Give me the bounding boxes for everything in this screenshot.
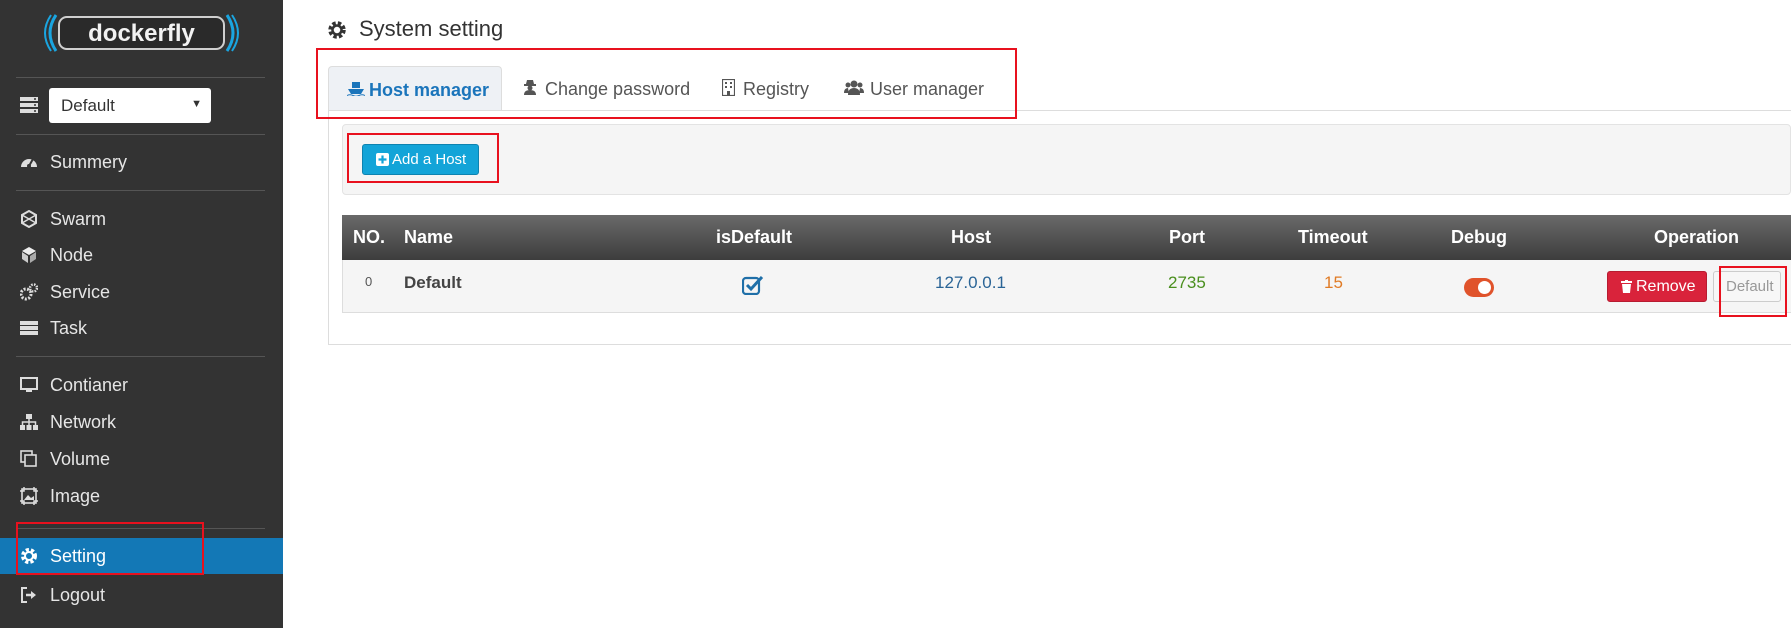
cell-timeout: 15 bbox=[1324, 273, 1343, 292]
highlight-box bbox=[347, 133, 499, 183]
remove-button[interactable]: Remove bbox=[1607, 271, 1707, 302]
column-header-timeout: Timeout bbox=[1298, 227, 1368, 247]
column-header-debug: Debug bbox=[1451, 227, 1507, 247]
chevron-down-icon: ▼ bbox=[191, 98, 202, 110]
sign-out-icon bbox=[20, 586, 38, 604]
sidebar-item-task[interactable]: Task bbox=[0, 310, 283, 346]
sidebar-item-label: Service bbox=[50, 282, 111, 302]
table-row bbox=[342, 260, 1791, 313]
image-frame-icon bbox=[20, 487, 38, 505]
column-header-operation: Operation bbox=[1654, 227, 1740, 247]
cogs-icon bbox=[20, 283, 38, 301]
remove-label: Remove bbox=[1636, 278, 1696, 295]
sidebar-item-network[interactable]: Network bbox=[0, 404, 283, 440]
sidebar-item-label: Image bbox=[50, 486, 101, 506]
sitemap-icon bbox=[20, 413, 38, 431]
server-icon bbox=[20, 319, 38, 337]
sidebar-item-label: Swarm bbox=[50, 209, 107, 229]
cell-host: 127.0.0.1 bbox=[935, 273, 1006, 292]
sidebar-item-summery[interactable]: Summery bbox=[0, 144, 283, 180]
toolbar bbox=[342, 124, 1791, 195]
checked-checkbox-icon[interactable] bbox=[742, 275, 764, 295]
sidebar-item-swarm[interactable]: Swarm bbox=[0, 201, 283, 237]
dashboard-icon bbox=[20, 153, 38, 171]
host-selector-row: Default ▼ bbox=[20, 88, 211, 124]
column-header-no: NO. bbox=[353, 227, 386, 247]
dockerfly-logo[interactable]: dockerfly bbox=[42, 13, 241, 53]
column-header-port: Port bbox=[1169, 227, 1205, 247]
sidebar-item-label: Logout bbox=[50, 585, 106, 605]
sidebar-item-logout[interactable]: Logout bbox=[0, 577, 283, 613]
sidebar-item-label: Task bbox=[50, 318, 88, 338]
monitor-icon bbox=[20, 376, 38, 394]
sidebar-divider bbox=[16, 190, 265, 191]
cell-no: 0 bbox=[365, 274, 373, 289]
logo-text: dockerfly bbox=[88, 20, 195, 47]
highlight-box bbox=[16, 522, 204, 575]
sidebar-divider bbox=[16, 134, 265, 135]
sidebar-item-label: Volume bbox=[50, 449, 111, 469]
cube-icon bbox=[20, 246, 38, 264]
sidebar-item-volume[interactable]: Volume bbox=[0, 441, 283, 477]
sidebar-item-label: Network bbox=[50, 412, 117, 432]
column-header-name: Name bbox=[404, 227, 454, 247]
host-select-value: Default bbox=[61, 96, 115, 115]
cell-name: Default bbox=[404, 273, 462, 292]
column-header-host: Host bbox=[951, 227, 991, 247]
cell-port: 2735 bbox=[1168, 273, 1206, 292]
toggle-knob bbox=[1478, 281, 1491, 294]
highlight-box bbox=[316, 48, 1017, 119]
sidebar-item-label: Node bbox=[50, 245, 94, 265]
sidebar-item-image[interactable]: Image bbox=[0, 478, 283, 514]
column-header-isdefault: isDefault bbox=[716, 227, 793, 247]
sidebar-item-label: Summery bbox=[50, 152, 128, 172]
host-select[interactable]: Default ▼ bbox=[49, 88, 211, 123]
swarm-icon bbox=[20, 210, 38, 228]
gear-icon bbox=[327, 20, 347, 40]
highlight-box bbox=[1719, 266, 1787, 317]
sidebar-item-node[interactable]: Node bbox=[0, 237, 283, 273]
sidebar-divider bbox=[16, 356, 265, 357]
table-header: NO. Name isDefault Host Port Timeout Deb… bbox=[342, 215, 1791, 260]
sidebar-item-service[interactable]: Service bbox=[0, 274, 283, 310]
server-list-icon bbox=[20, 97, 38, 113]
sidebar-divider bbox=[16, 77, 265, 78]
page-title-text: System setting bbox=[359, 16, 504, 41]
debug-toggle[interactable] bbox=[1464, 278, 1494, 297]
sidebar-item-container[interactable]: Contianer bbox=[0, 367, 283, 403]
sidebar-item-label: Contianer bbox=[50, 375, 129, 395]
trash-icon bbox=[1621, 280, 1632, 293]
copy-icon bbox=[20, 450, 38, 468]
